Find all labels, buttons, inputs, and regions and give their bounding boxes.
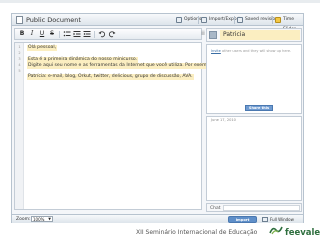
zoom-value: 100% bbox=[33, 217, 45, 222]
chat-input-row: Chat bbox=[206, 203, 302, 212]
share-button[interactable]: Share this bbox=[245, 105, 273, 111]
chat-label: Chat bbox=[210, 206, 221, 211]
chat-date: June 17, 2010 bbox=[211, 118, 236, 122]
indent-icon bbox=[73, 31, 81, 37]
line-number: 5 bbox=[18, 69, 21, 73]
pad-text-line: Digite aqui seu nome e as ferramentas da… bbox=[27, 63, 217, 69]
time-slider-icon bbox=[275, 17, 281, 23]
saved-revisions-button[interactable]: Saved revisions bbox=[237, 15, 280, 25]
toolbar-divider bbox=[59, 31, 60, 38]
italic-button[interactable]: I bbox=[28, 30, 36, 38]
feevale-logo: feevale bbox=[285, 228, 320, 238]
line-number: 1 bbox=[18, 45, 21, 49]
pad-editor[interactable]: 1 2 3 4 5 Olá pessoal, Esta é a primeira… bbox=[14, 42, 217, 210]
users-panel: Invite other users and they will show up… bbox=[206, 44, 302, 114]
pad-text-line: Esta é a primeira dinâmica do nosso mini… bbox=[27, 57, 139, 63]
invite-link[interactable]: Invite bbox=[211, 49, 221, 53]
toolbar-divider bbox=[198, 16, 199, 24]
user-row: Patricia bbox=[206, 28, 302, 42]
time-slider-button[interactable]: Time Slider bbox=[275, 15, 303, 32]
outdent-icon bbox=[83, 31, 91, 37]
chat-panel: June 17, 2010 bbox=[206, 116, 302, 201]
toolbar-divider bbox=[234, 16, 235, 24]
bold-button[interactable]: B bbox=[18, 30, 26, 38]
format-toolbar: B I U S ⁞⁞ bbox=[14, 28, 205, 40]
underline-button[interactable]: U bbox=[38, 30, 46, 38]
pad-text-line: Patrícia: e-mail, blog, Orkut, twitter, … bbox=[27, 74, 194, 80]
feevale-logo-icon bbox=[269, 226, 283, 235]
undo-icon bbox=[98, 31, 106, 38]
invite-message-rest: other users and they will show up here. bbox=[220, 49, 292, 53]
toolbar-divider bbox=[272, 16, 273, 24]
saved-revisions-icon bbox=[237, 17, 243, 23]
undo-button[interactable] bbox=[98, 30, 106, 38]
chat-input[interactable] bbox=[223, 205, 300, 211]
import-button[interactable]: Import bbox=[228, 216, 257, 223]
user-name-field[interactable]: Patricia bbox=[220, 30, 300, 40]
bottom-bar: Zoom: 100% ▼ Import Full Window bbox=[12, 214, 303, 223]
seminar-footer: XII Seminário Internacional de Educação bbox=[136, 229, 258, 236]
line-number: 4 bbox=[18, 63, 21, 67]
outdent-button[interactable] bbox=[83, 30, 91, 38]
user-color-swatch[interactable] bbox=[209, 31, 217, 39]
document-icon bbox=[16, 16, 23, 24]
line-number: 2 bbox=[18, 51, 21, 55]
bullet-list-icon bbox=[63, 31, 71, 37]
indent-button[interactable] bbox=[73, 30, 81, 38]
document-title: Public Document bbox=[26, 16, 81, 24]
full-window-icon bbox=[262, 217, 268, 222]
full-window-label: Full Window bbox=[270, 217, 294, 222]
zoom-label: Zoom: bbox=[16, 217, 31, 222]
strikethrough-button[interactable]: S bbox=[48, 30, 56, 38]
zoom-select[interactable]: 100% ▼ bbox=[31, 216, 53, 222]
import-export-label: Import/Export bbox=[209, 17, 241, 22]
line-number-gutter: 1 2 3 4 5 bbox=[15, 43, 24, 209]
chevron-down-icon: ▼ bbox=[48, 217, 51, 221]
redo-icon bbox=[108, 31, 116, 38]
toolbar-divider bbox=[94, 31, 95, 38]
import-export-icon bbox=[201, 17, 207, 23]
line-number: 3 bbox=[18, 57, 21, 61]
invite-message: Invite other users and they will show up… bbox=[211, 49, 291, 53]
pad-text-line: Olá pessoal, bbox=[27, 45, 58, 51]
slide-top-band bbox=[0, 0, 320, 3]
bullet-list-button[interactable] bbox=[63, 30, 71, 38]
title-bar: Public Document Options Import/Export Sa… bbox=[12, 14, 303, 32]
etherpad-window: Public Document Options Import/Export Sa… bbox=[11, 13, 304, 223]
options-icon bbox=[176, 17, 182, 23]
redo-button[interactable] bbox=[108, 30, 116, 38]
full-window-button[interactable]: Full Window bbox=[262, 216, 294, 223]
sidebar: Patricia Invite other users and they wil… bbox=[206, 28, 302, 212]
